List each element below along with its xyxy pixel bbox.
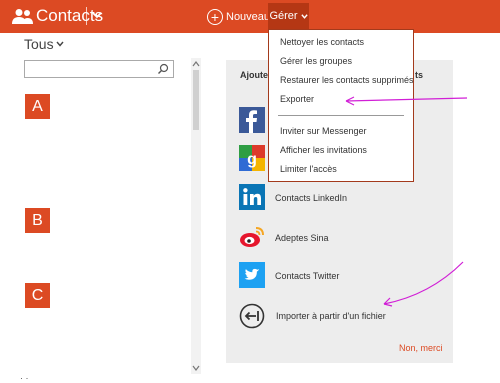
menu-item-manage-groups[interactable]: Gérer les groupes	[280, 56, 352, 66]
top-bar: Contacts + Nouveau Gérer	[0, 0, 500, 33]
sina-weibo-icon[interactable]	[239, 224, 265, 250]
manage-dropdown-menu: Nettoyer les contacts Gérer les groupes …	[268, 29, 414, 182]
twitter-label[interactable]: Contacts Twitter	[275, 271, 339, 281]
sina-label[interactable]: Adeptes Sina	[275, 233, 329, 243]
letter-header-a[interactable]: A	[25, 94, 50, 119]
letter-header-b[interactable]: B	[25, 208, 50, 233]
plus-circle-icon: +	[207, 8, 223, 25]
contact-filter-dropdown[interactable]: Tous	[24, 36, 64, 52]
menu-item-invite-messenger[interactable]: Inviter sur Messenger	[280, 126, 367, 136]
filter-label: Tous	[24, 36, 54, 52]
manage-label: Gérer	[269, 10, 298, 22]
linkedin-label[interactable]: Contacts LinkedIn	[275, 193, 347, 203]
menu-divider	[278, 115, 404, 116]
menu-item-export[interactable]: Exporter	[280, 94, 314, 104]
import-file-icon[interactable]	[239, 303, 265, 329]
new-contact-button[interactable]: + Nouveau	[207, 6, 270, 27]
menu-item-clean-contacts[interactable]: Nettoyer les contacts	[280, 37, 364, 47]
search-input[interactable]	[24, 60, 174, 78]
scroll-down-icon[interactable]	[192, 364, 200, 372]
contacts-icon	[12, 9, 33, 24]
new-contact-label: Nouveau	[226, 10, 271, 23]
scroll-up-icon[interactable]	[192, 60, 200, 68]
chevron-down-icon[interactable]	[91, 9, 103, 21]
panel-title-tail: ts	[415, 70, 424, 80]
import-file-label[interactable]: Importer à partir d'un fichier	[276, 311, 386, 321]
contact-list-scrollbar[interactable]	[191, 58, 201, 374]
svg-text:g: g	[247, 151, 257, 168]
twitter-icon[interactable]	[239, 262, 265, 288]
linkedin-icon[interactable]	[239, 184, 265, 210]
letter-header-c[interactable]: C	[25, 283, 50, 308]
menu-item-restore-contacts[interactable]: Restaurer les contacts supprimés	[280, 75, 414, 85]
panel-title: Ajouter	[240, 70, 272, 80]
search-icon[interactable]	[157, 63, 169, 75]
menu-item-show-invitations[interactable]: Afficher les invitations	[280, 145, 367, 155]
menu-item-limit-access[interactable]: Limiter l'accès	[280, 164, 337, 174]
google-icon[interactable]: g	[239, 145, 265, 171]
dismiss-link[interactable]: Non, merci	[399, 343, 443, 353]
chevron-down-icon	[56, 41, 64, 47]
chevron-down-icon	[300, 13, 308, 19]
manage-button[interactable]: Gérer	[268, 3, 309, 29]
scroll-thumb[interactable]	[193, 70, 199, 130]
divider	[86, 7, 87, 25]
facebook-icon[interactable]	[239, 107, 265, 133]
